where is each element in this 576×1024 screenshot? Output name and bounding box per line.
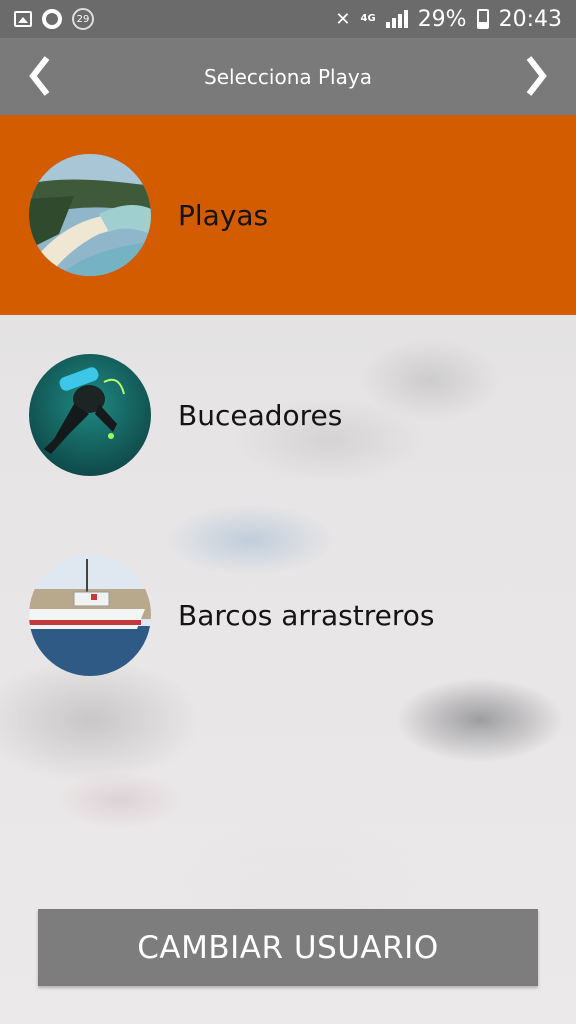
status-bar: 29 ✕ 4G 29% 20:43	[0, 0, 576, 38]
cambiar-usuario-button[interactable]: CAMBIAR USUARIO	[38, 909, 538, 986]
signal-icon	[385, 10, 408, 28]
list-item-label: Buceadores	[178, 398, 343, 432]
mute-icon: ✕	[335, 8, 351, 30]
category-list: Playas Buceadores Barcos arrastreros	[0, 115, 576, 715]
chevron-right-icon[interactable]	[512, 46, 562, 106]
list-item-barcos-arrastreros[interactable]: Barcos arrastreros	[0, 515, 576, 715]
notification-badge-count: 29	[76, 13, 90, 25]
page-title: Selecciona Playa	[204, 64, 372, 89]
sync-ring-icon	[42, 9, 62, 29]
image-icon	[14, 11, 32, 27]
list-item-playas[interactable]: Playas	[0, 115, 576, 315]
badge-icon: 29	[72, 8, 94, 30]
battery-icon	[476, 9, 489, 29]
list-item-buceadores[interactable]: Buceadores	[0, 315, 576, 515]
status-left: 29	[14, 8, 94, 30]
status-right: ✕ 4G 29% 20:43	[335, 7, 562, 32]
scuba-diver-photo	[29, 354, 151, 476]
list-item-label: Playas	[178, 198, 269, 232]
trawler-boat-photo	[29, 554, 151, 676]
clock: 20:43	[498, 6, 562, 32]
app-header: Selecciona Playa	[0, 38, 576, 115]
network-type: 4G	[360, 13, 376, 24]
beach-aerial-photo	[29, 154, 151, 276]
battery-percent: 29%	[417, 6, 467, 32]
list-item-label: Barcos arrastreros	[178, 598, 435, 632]
chevron-left-icon[interactable]	[14, 46, 64, 106]
